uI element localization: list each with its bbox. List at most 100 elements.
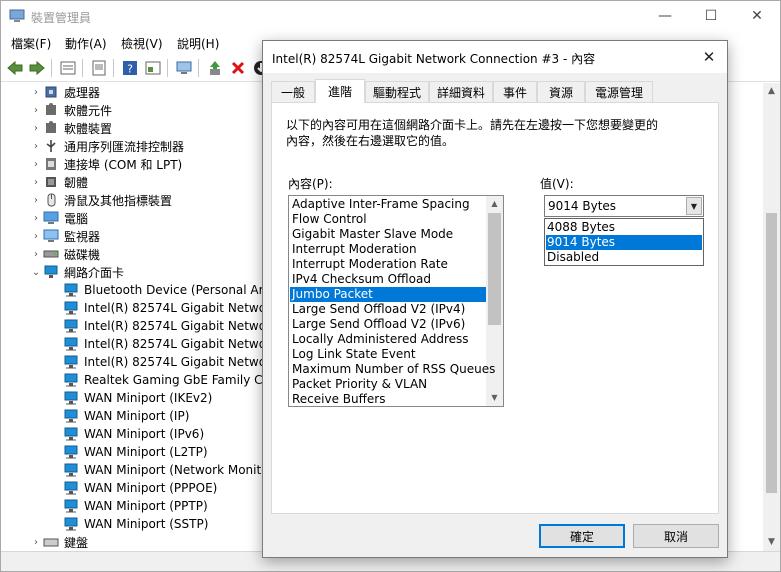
tree-device-item[interactable]: Intel(R) 82574L Gigabit Network <box>63 299 278 317</box>
chevron-right-icon[interactable]: › <box>29 537 43 548</box>
menu-action[interactable]: 動作(A) <box>65 35 107 52</box>
network-adapter-icon <box>63 355 79 369</box>
tree-category-item[interactable]: ⌄ 網路介面卡 <box>29 263 124 281</box>
list-scroll-up-icon[interactable]: ▲ <box>486 196 503 212</box>
tree-category-item[interactable]: › 通用序列匯流排控制器 <box>29 137 184 155</box>
menu-file[interactable]: 檔案(F) <box>11 35 51 52</box>
property-list-item[interactable]: IPv4 Checksum Offload <box>290 272 486 287</box>
tab-events[interactable]: 事件 <box>493 81 537 102</box>
property-list-item[interactable]: Large Send Offload V2 (IPv6) <box>290 317 486 332</box>
scroll-thumb[interactable] <box>766 213 777 493</box>
view-pane-icon[interactable] <box>144 59 162 77</box>
chevron-down-icon[interactable]: ▼ <box>686 197 702 215</box>
show-hidden-icon[interactable] <box>90 59 108 77</box>
tree-device-item[interactable]: WAN Miniport (IP) <box>63 407 189 425</box>
property-list-item[interactable]: Interrupt Moderation Rate <box>290 257 486 272</box>
tab-advanced[interactable]: 進階 <box>315 79 365 103</box>
chevron-right-icon[interactable]: › <box>29 249 43 260</box>
minimize-button[interactable]: — <box>642 1 688 31</box>
tab-driver[interactable]: 驅動程式 <box>365 81 429 102</box>
tree-device-item[interactable]: Intel(R) 82574L Gigabit Network <box>63 317 278 335</box>
property-list-item[interactable]: Large Send Offload V2 (IPv4) <box>290 302 486 317</box>
tree-category-item[interactable]: › 軟體元件 <box>29 101 112 119</box>
back-arrow-icon[interactable] <box>6 59 24 77</box>
tree-device-item[interactable]: WAN Miniport (IKEv2) <box>63 389 212 407</box>
value-combobox[interactable]: 9014 Bytes ▼ <box>544 195 704 217</box>
value-dropdown-list: 4088 Bytes 9014 Bytes Disabled <box>544 218 704 266</box>
ok-button[interactable]: 確定 <box>539 524 625 548</box>
property-list-item[interactable]: Flow Control <box>290 212 486 227</box>
property-list-item[interactable]: Gigabit Master Slave Mode <box>290 227 486 242</box>
maximize-button[interactable]: ☐ <box>688 1 734 31</box>
chevron-right-icon[interactable]: › <box>29 231 43 242</box>
dialog-title-bar: Intel(R) 82574L Gigabit Network Connecti… <box>263 41 727 73</box>
monitor-icon[interactable] <box>175 59 193 77</box>
menu-help[interactable]: 說明(H) <box>177 35 219 52</box>
property-list-item[interactable]: Log Link State Event <box>290 347 486 362</box>
tree-device-item[interactable]: WAN Miniport (PPPOE) <box>63 479 217 497</box>
value-option[interactable]: Disabled <box>546 250 702 265</box>
tree-category-item[interactable]: › 鍵盤 <box>29 533 88 551</box>
help-icon[interactable]: ? <box>121 59 139 77</box>
tree-device-item[interactable]: WAN Miniport (PPTP) <box>63 497 208 515</box>
property-list-item[interactable]: Locally Administered Address <box>290 332 486 347</box>
tree-category-item[interactable]: › 滑鼠及其他指標裝置 <box>29 191 172 209</box>
close-button[interactable]: ✕ <box>734 1 780 31</box>
tree-category-item[interactable]: › 處理器 <box>29 83 100 101</box>
tree-device-item[interactable]: WAN Miniport (SSTP) <box>63 515 208 533</box>
property-list-item[interactable]: Receive Buffers <box>290 392 486 406</box>
usb-icon <box>43 139 59 153</box>
scroll-down-arrow-icon[interactable]: ▼ <box>763 534 780 551</box>
cancel-button[interactable]: 取消 <box>633 524 719 548</box>
tree-device-item[interactable]: WAN Miniport (IPv6) <box>63 425 204 443</box>
chevron-right-icon[interactable]: › <box>29 195 43 206</box>
tree-vertical-scrollbar[interactable]: ▲ ▼ <box>763 83 780 551</box>
property-list-item[interactable]: Packet Priority & VLAN <box>290 377 486 392</box>
value-option[interactable]: 4088 Bytes <box>546 220 702 235</box>
tree-device-item[interactable]: Realtek Gaming GbE Family Cor <box>63 371 275 389</box>
tab-power-management[interactable]: 電源管理 <box>585 81 653 102</box>
property-list-item[interactable]: Maximum Number of RSS Queues <box>290 362 495 377</box>
property-list-item[interactable]: Jumbo Packet <box>290 287 486 302</box>
chevron-right-icon[interactable]: › <box>29 87 43 98</box>
chevron-right-icon[interactable]: › <box>29 105 43 116</box>
chevron-right-icon[interactable]: › <box>29 177 43 188</box>
forward-arrow-icon[interactable] <box>28 59 46 77</box>
chevron-right-icon[interactable]: › <box>29 123 43 134</box>
dialog-close-button[interactable]: ✕ <box>697 45 721 69</box>
tab-resources[interactable]: 資源 <box>537 81 585 102</box>
tree-category-item[interactable]: › 監視器 <box>29 227 100 245</box>
tree-item-label: 通用序列匯流排控制器 <box>64 139 185 154</box>
tree-category-item[interactable]: › 軟體裝置 <box>29 119 112 137</box>
tree-device-item[interactable]: WAN Miniport (L2TP) <box>63 443 208 461</box>
tree-device-item[interactable]: Bluetooth Device (Personal Area <box>63 281 278 299</box>
network-adapter-icon <box>63 373 79 387</box>
list-scroll-down-icon[interactable]: ▼ <box>486 390 503 406</box>
chevron-right-icon[interactable]: › <box>29 141 43 152</box>
tree-device-item[interactable]: WAN Miniport (Network Monito <box>63 461 269 479</box>
tab-details[interactable]: 詳細資料 <box>429 81 493 102</box>
tree-category-item[interactable]: › 電腦 <box>29 209 88 227</box>
network-adapter-icon <box>63 445 79 459</box>
tree-device-item[interactable]: Intel(R) 82574L Gigabit Network <box>63 335 278 353</box>
properties-icon[interactable] <box>59 59 77 77</box>
value-option[interactable]: 9014 Bytes <box>546 235 702 250</box>
tree-category-item[interactable]: › 連接埠 (COM 和 LPT) <box>29 155 182 173</box>
tree-item-label: Bluetooth Device (Personal Area <box>84 283 279 297</box>
list-scroll-thumb[interactable] <box>488 213 501 325</box>
uninstall-x-icon[interactable] <box>229 59 247 77</box>
tree-category-item[interactable]: › 韌體 <box>29 173 88 191</box>
chevron-down-icon[interactable]: ⌄ <box>29 267 43 278</box>
tree-device-item[interactable]: Intel(R) 82574L Gigabit Network <box>63 353 278 371</box>
property-list-item[interactable]: Interrupt Moderation <box>290 242 486 257</box>
property-list-item[interactable]: Adaptive Inter-Frame Spacing <box>290 197 486 212</box>
tab-general[interactable]: 一般 <box>271 81 315 102</box>
update-driver-icon[interactable] <box>206 59 224 77</box>
scroll-up-arrow-icon[interactable]: ▲ <box>763 83 780 100</box>
chevron-right-icon[interactable]: › <box>29 159 43 170</box>
property-listbox[interactable]: ▲ ▼ Adaptive Inter-Frame Spacing Flow Con… <box>288 195 504 407</box>
chevron-right-icon[interactable]: › <box>29 213 43 224</box>
menu-view[interactable]: 檢視(V) <box>121 35 163 52</box>
tree-category-item[interactable]: › 磁碟機 <box>29 245 100 263</box>
tree-item-label: WAN Miniport (PPPOE) <box>84 481 218 495</box>
